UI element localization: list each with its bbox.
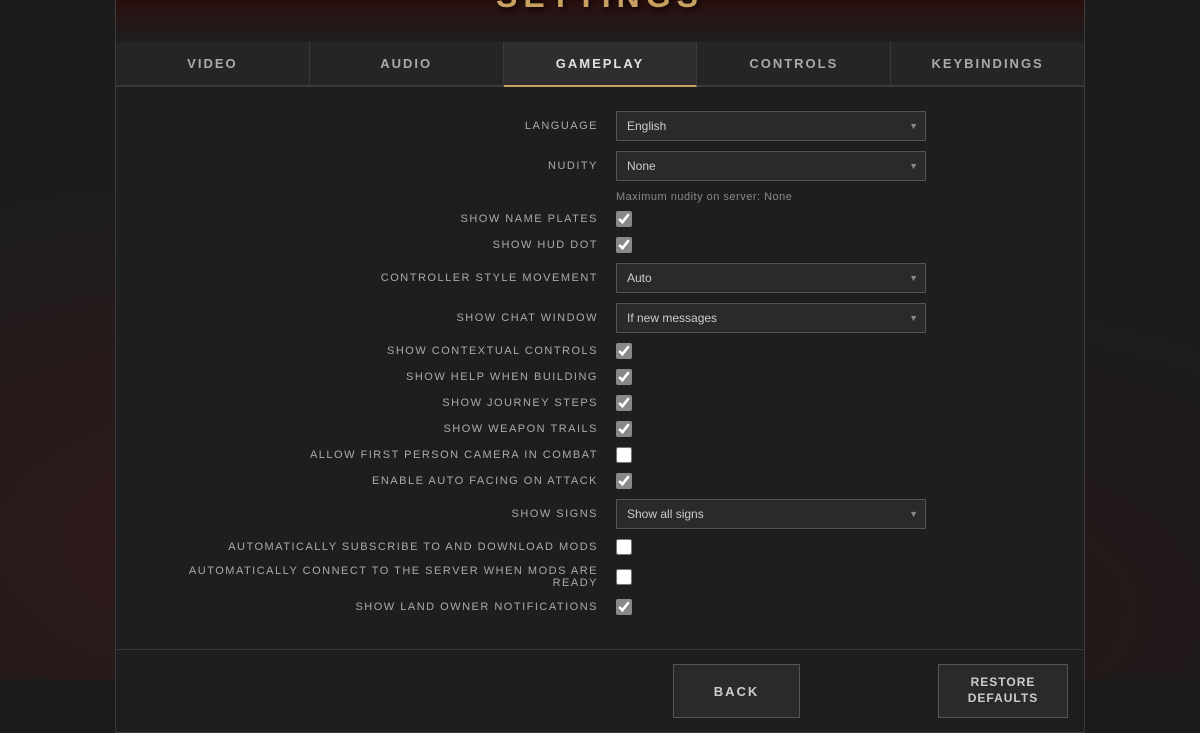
tab-gameplay[interactable]: GAMEPLAY [504, 42, 698, 87]
show-chat-window-row: SHOW CHAT WINDOW If new messages [156, 303, 1044, 333]
allow-first-person-checkbox[interactable] [616, 447, 632, 463]
allow-first-person-row: ALLOW FIRST PERSON CAMERA IN COMBAT [156, 447, 1044, 463]
auto-subscribe-mods-control [616, 539, 1044, 555]
auto-subscribe-mods-label: AUTOMATICALLY SUBSCRIBE TO AND DOWNLOAD … [156, 541, 616, 553]
show-journey-steps-control [616, 395, 1044, 411]
show-chat-window-select[interactable]: If new messages [616, 303, 926, 333]
show-signs-row: SHOW SIGNS Show all signs [156, 499, 1044, 529]
enable-auto-facing-label: ENABLE AUTO FACING ON ATTACK [156, 475, 616, 487]
controller-style-dropdown-wrapper[interactable]: Auto [616, 263, 926, 293]
show-name-plates-label: SHOW NAME PLATES [156, 213, 616, 225]
show-signs-label: SHOW SIGNS [156, 508, 616, 520]
show-chat-window-label: SHOW CHAT WINDOW [156, 312, 616, 324]
tab-video[interactable]: VIDEO [116, 42, 310, 85]
nudity-row: NUDITY None [156, 151, 1044, 181]
controller-style-label: CONTROLLER STYLE MOVEMENT [156, 272, 616, 284]
auto-subscribe-mods-row: AUTOMATICALLY SUBSCRIBE TO AND DOWNLOAD … [156, 539, 1044, 555]
footer-center: BACK [535, 664, 938, 717]
show-help-building-checkbox[interactable] [616, 369, 632, 385]
enable-auto-facing-checkbox[interactable] [616, 473, 632, 489]
back-button[interactable]: BACK [673, 664, 801, 717]
show-contextual-controls-row: SHOW CONTEXTUAL CONTROLS [156, 343, 1044, 359]
show-name-plates-row: SHOW NAME PLATES [156, 211, 1044, 227]
language-control: English [616, 111, 1044, 141]
show-hud-dot-row: SHOW HUD DOT [156, 237, 1044, 253]
auto-connect-mods-control [616, 569, 1044, 585]
footer-left-spacer [132, 664, 535, 717]
show-chat-window-control: If new messages [616, 303, 1044, 333]
show-hud-dot-control [616, 237, 1044, 253]
language-row: LANGUAGE English [156, 111, 1044, 141]
show-contextual-controls-control [616, 343, 1044, 359]
show-land-owner-label: SHOW LAND OWNER NOTIFICATIONS [156, 601, 616, 613]
show-help-building-control [616, 369, 1044, 385]
tab-audio[interactable]: AUDIO [310, 42, 504, 85]
show-chat-window-dropdown-wrapper[interactable]: If new messages [616, 303, 926, 333]
nudity-hint: Maximum nudity on server: None [616, 191, 1044, 203]
nudity-control: None [616, 151, 1044, 181]
show-signs-select[interactable]: Show all signs [616, 499, 926, 529]
show-signs-control: Show all signs [616, 499, 1044, 529]
settings-modal: SETTINGS ✕ VIDEO AUDIO GAMEPLAY CONTROLS… [115, 0, 1085, 733]
show-land-owner-row: SHOW LAND OWNER NOTIFICATIONS [156, 599, 1044, 615]
show-weapon-trails-label: SHOW WEAPON TRAILS [156, 423, 616, 435]
show-journey-steps-checkbox[interactable] [616, 395, 632, 411]
show-name-plates-checkbox[interactable] [616, 211, 632, 227]
modal-overlay: SETTINGS ✕ VIDEO AUDIO GAMEPLAY CONTROLS… [0, 0, 1200, 679]
enable-auto-facing-row: ENABLE AUTO FACING ON ATTACK [156, 473, 1044, 489]
controller-style-control: Auto [616, 263, 1044, 293]
show-land-owner-control [616, 599, 1044, 615]
show-hud-dot-checkbox[interactable] [616, 237, 632, 253]
modal-footer: BACK RESTORE DEFAULTS [116, 649, 1084, 731]
show-help-building-row: SHOW HELP WHEN BUILDING [156, 369, 1044, 385]
restore-defaults-button[interactable]: RESTORE DEFAULTS [938, 664, 1068, 717]
language-label: LANGUAGE [156, 120, 616, 132]
auto-connect-mods-label: AUTOMATICALLY CONNECT TO THE SERVER WHEN… [156, 565, 616, 589]
modal-title: SETTINGS [496, 0, 704, 15]
show-help-building-label: SHOW HELP WHEN BUILDING [156, 371, 616, 383]
show-land-owner-checkbox[interactable] [616, 599, 632, 615]
language-dropdown-wrapper[interactable]: English [616, 111, 926, 141]
nudity-select[interactable]: None [616, 151, 926, 181]
allow-first-person-label: ALLOW FIRST PERSON CAMERA IN COMBAT [156, 449, 616, 461]
show-hud-dot-label: SHOW HUD DOT [156, 239, 616, 251]
tabs-bar: VIDEO AUDIO GAMEPLAY CONTROLS KEYBINDING… [116, 42, 1084, 87]
nudity-label: NUDITY [156, 160, 616, 172]
show-journey-steps-row: SHOW JOURNEY STEPS [156, 395, 1044, 411]
show-signs-dropdown-wrapper[interactable]: Show all signs [616, 499, 926, 529]
enable-auto-facing-control [616, 473, 1044, 489]
show-name-plates-control [616, 211, 1044, 227]
language-select[interactable]: English [616, 111, 926, 141]
footer-right: RESTORE DEFAULTS [938, 664, 1068, 717]
show-weapon-trails-control [616, 421, 1044, 437]
auto-connect-mods-row: AUTOMATICALLY CONNECT TO THE SERVER WHEN… [156, 565, 1044, 589]
auto-connect-mods-checkbox[interactable] [616, 569, 632, 585]
nudity-dropdown-wrapper[interactable]: None [616, 151, 926, 181]
modal-body: LANGUAGE English NUDITY None [116, 87, 1084, 649]
allow-first-person-control [616, 447, 1044, 463]
show-weapon-trails-checkbox[interactable] [616, 421, 632, 437]
modal-header: SETTINGS ✕ [116, 0, 1084, 42]
show-contextual-controls-checkbox[interactable] [616, 343, 632, 359]
tab-keybindings[interactable]: KEYBINDINGS [891, 42, 1084, 85]
show-weapon-trails-row: SHOW WEAPON TRAILS [156, 421, 1044, 437]
show-contextual-controls-label: SHOW CONTEXTUAL CONTROLS [156, 345, 616, 357]
tab-controls[interactable]: CONTROLS [697, 42, 891, 85]
controller-style-row: CONTROLLER STYLE MOVEMENT Auto [156, 263, 1044, 293]
auto-subscribe-mods-checkbox[interactable] [616, 539, 632, 555]
controller-style-select[interactable]: Auto [616, 263, 926, 293]
show-journey-steps-label: SHOW JOURNEY STEPS [156, 397, 616, 409]
